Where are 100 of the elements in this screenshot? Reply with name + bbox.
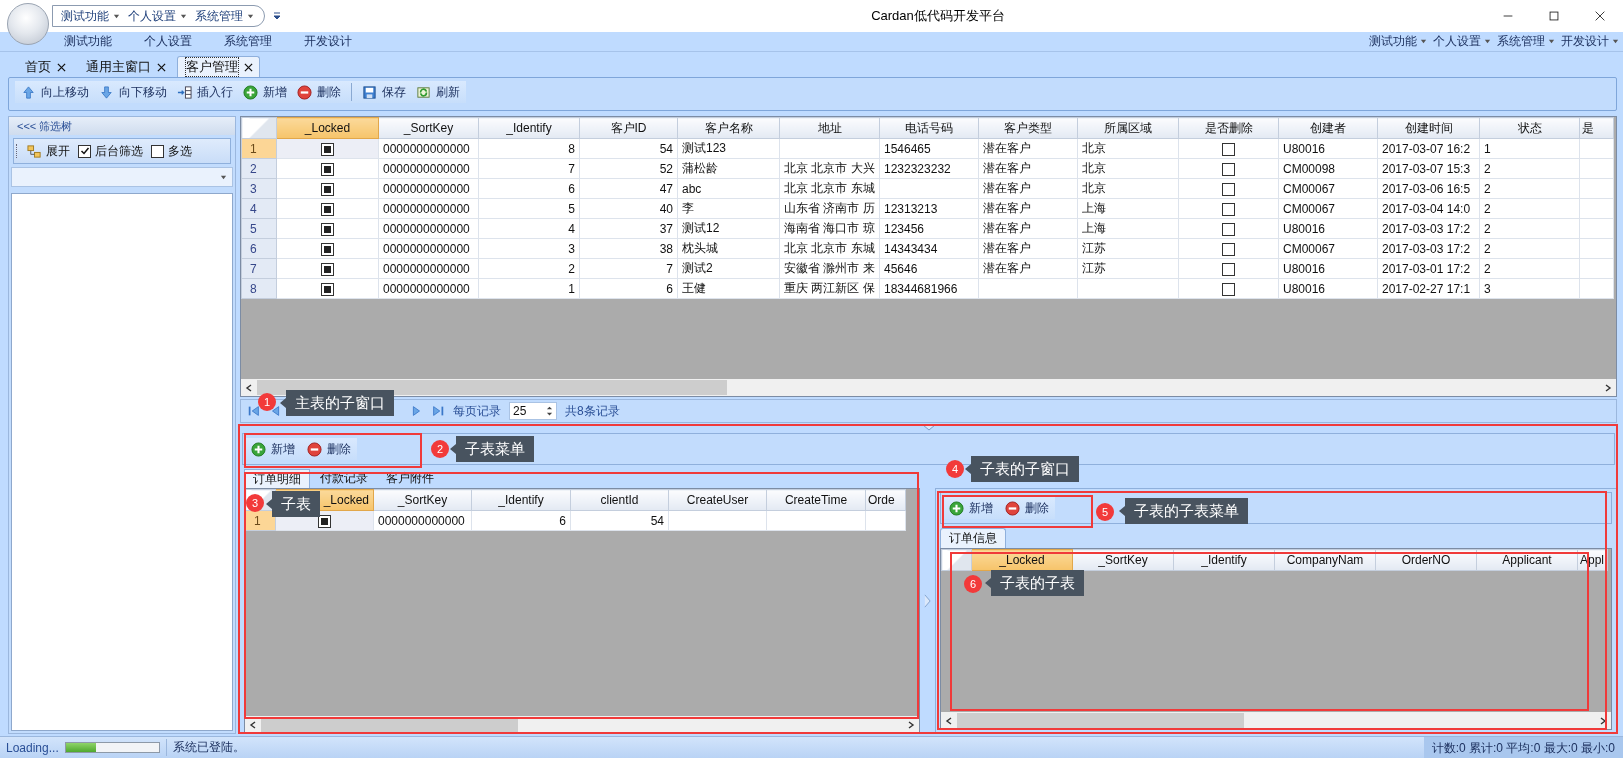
column-header[interactable]: _Identify xyxy=(478,117,580,139)
column-header[interactable]: CreateUser xyxy=(668,489,767,511)
checkbox[interactable] xyxy=(321,202,334,216)
document-tab[interactable]: 通用主窗口 xyxy=(77,56,173,77)
checkbox[interactable] xyxy=(1222,282,1235,296)
column-header[interactable]: CreateTime xyxy=(766,489,866,511)
column-header[interactable]: 客户ID xyxy=(579,117,678,139)
column-header[interactable]: _Identify xyxy=(471,489,571,511)
quick-menu-button[interactable]: 系统管理 xyxy=(195,7,254,25)
column-header[interactable]: 电话号码 xyxy=(879,117,979,139)
checkbox[interactable] xyxy=(321,182,334,196)
checkbox[interactable] xyxy=(1222,242,1235,256)
column-header[interactable]: 状态 xyxy=(1479,117,1580,139)
horizontal-scrollbar[interactable] xyxy=(241,379,1616,396)
spin-arrows-icon[interactable] xyxy=(546,404,553,418)
last-page-icon[interactable] xyxy=(431,404,445,418)
ribbon-tab[interactable]: 系统管理 xyxy=(208,33,288,50)
close-icon[interactable] xyxy=(157,62,166,72)
plus-icon xyxy=(251,441,266,457)
document-tab[interactable]: 客户管理 xyxy=(177,56,260,77)
caret-icon xyxy=(113,12,120,20)
ribbon-tab[interactable]: 测试功能 xyxy=(48,33,128,50)
column-header[interactable]: 客户类型 xyxy=(978,117,1078,139)
status-message: 系统已登陆。 xyxy=(165,739,245,756)
ribbon-tab[interactable]: 开发设计 xyxy=(288,33,368,50)
add-button[interactable]: 新增 xyxy=(949,498,993,518)
column-header[interactable]: _SortKey xyxy=(378,117,479,139)
scroll-right-icon[interactable] xyxy=(1604,383,1612,392)
column-header[interactable]: 是 xyxy=(1579,117,1614,139)
row-header[interactable]: 3 xyxy=(241,178,277,199)
delete-button[interactable]: 删除 xyxy=(1005,498,1049,518)
save-button[interactable]: 保存 xyxy=(362,82,406,102)
checkbox[interactable] xyxy=(321,162,334,176)
column-header[interactable]: 创建者 xyxy=(1278,117,1378,139)
column-header[interactable]: 是否删除 xyxy=(1178,117,1279,139)
menu-button[interactable]: 测试功能 xyxy=(1369,33,1427,50)
scroll-right-icon[interactable] xyxy=(1599,716,1607,725)
checkbox[interactable] xyxy=(321,222,334,236)
checkmark-icon xyxy=(79,146,90,156)
record-count: 共8条记录 xyxy=(565,402,620,420)
checkbox[interactable] xyxy=(1222,142,1235,156)
checkbox[interactable] xyxy=(321,262,334,276)
plus-icon xyxy=(949,500,964,516)
column-header[interactable]: _SortKey xyxy=(373,489,472,511)
checkbox[interactable] xyxy=(318,514,331,528)
column-header[interactable]: clientId xyxy=(570,489,669,511)
row-header[interactable]: 1 xyxy=(241,138,277,159)
column-header[interactable]: 客户名称 xyxy=(677,117,780,139)
move-down-button[interactable]: 向下移动 xyxy=(99,82,167,102)
caret-icon xyxy=(247,12,254,20)
quick-menu-button[interactable]: 测试功能 xyxy=(61,7,120,25)
add-button[interactable]: 新增 xyxy=(243,82,287,102)
column-header[interactable]: Orde xyxy=(865,489,906,511)
row-header[interactable]: 8 xyxy=(241,278,277,299)
column-header[interactable]: 所属区域 xyxy=(1077,117,1179,139)
row-header[interactable]: 6 xyxy=(241,238,277,259)
column-header[interactable]: 地址 xyxy=(779,117,880,139)
delete-button[interactable]: 删除 xyxy=(307,439,351,459)
checkbox[interactable] xyxy=(321,142,334,156)
ribbon-tab[interactable]: 个人设置 xyxy=(128,33,208,50)
scroll-left-icon[interactable] xyxy=(249,720,257,729)
add-button[interactable]: 新增 xyxy=(251,439,295,459)
row-header[interactable]: 4 xyxy=(241,198,277,219)
column-header[interactable]: _Locked xyxy=(276,117,379,139)
checkbox[interactable] xyxy=(1222,222,1235,236)
panel-title[interactable]: <<< 筛选树 xyxy=(9,117,235,135)
menu-button[interactable]: 个人设置 xyxy=(1433,33,1491,50)
close-icon[interactable] xyxy=(57,62,66,72)
delete-button[interactable]: 删除 xyxy=(297,82,341,102)
menu-button[interactable]: 开发设计 xyxy=(1561,33,1619,50)
document-tab[interactable]: 首页 xyxy=(16,56,73,77)
checkbox[interactable] xyxy=(321,242,334,256)
summary-text: 计数:0 累计:0 平均:0 最大:0 最小:0 xyxy=(1423,736,1623,758)
tab[interactable]: 订单信息 xyxy=(940,528,1006,548)
checkbox[interactable] xyxy=(1222,182,1235,196)
callout-tooltip: 子表的子窗口 xyxy=(965,456,1079,482)
customize-icon[interactable] xyxy=(273,11,281,21)
page-size-field[interactable]: 25 xyxy=(509,402,557,420)
row-header[interactable]: 7 xyxy=(241,258,277,279)
move-up-button[interactable]: 向上移动 xyxy=(21,82,89,102)
scroll-left-icon[interactable] xyxy=(945,716,953,725)
insert-row-button[interactable]: 插入行 xyxy=(177,82,233,102)
first-page-icon[interactable] xyxy=(247,404,261,418)
row-header[interactable]: 5 xyxy=(241,218,277,239)
close-icon[interactable] xyxy=(244,62,253,72)
minus-icon xyxy=(1005,500,1020,516)
scroll-right-icon[interactable] xyxy=(907,720,915,729)
column-header[interactable]: 创建时间 xyxy=(1377,117,1480,139)
scroll-left-icon[interactable] xyxy=(245,383,253,392)
row-header[interactable]: 2 xyxy=(241,158,277,179)
checkbox[interactable] xyxy=(1222,262,1235,276)
quick-menu-button[interactable]: 个人设置 xyxy=(128,7,187,25)
checkbox[interactable] xyxy=(1222,202,1235,216)
checkbox[interactable] xyxy=(1222,162,1235,176)
menu-button[interactable]: 系统管理 xyxy=(1497,33,1555,50)
refresh-button[interactable]: 刷新 xyxy=(416,82,460,102)
checkbox[interactable] xyxy=(321,282,334,296)
checkbox-option[interactable]: 多选 xyxy=(151,142,192,160)
checkbox-option[interactable]: 后台筛选 xyxy=(78,142,143,160)
expand-button[interactable]: 展开 xyxy=(27,142,70,160)
